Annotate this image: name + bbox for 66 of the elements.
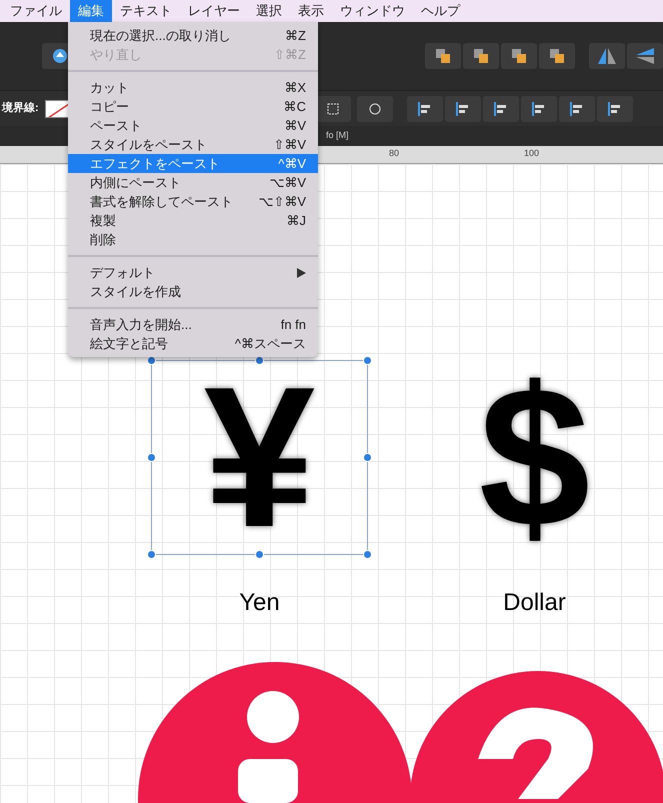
align-icon	[530, 102, 547, 116]
cloud-upload-icon	[51, 48, 69, 64]
arrange-icon	[472, 47, 490, 65]
resize-handle[interactable]	[147, 550, 156, 559]
menu-item[interactable]: コピー ⌘C	[68, 97, 318, 116]
align-button[interactable]	[482, 96, 519, 122]
menu-item[interactable]: エフェクトをペースト ^⌘V	[68, 154, 318, 173]
rotate-icon	[366, 100, 383, 116]
menu-item[interactable]: デフォルト	[68, 263, 318, 282]
rotate-button[interactable]	[356, 96, 393, 122]
menu-bar-item[interactable]: ヘルプ	[413, 0, 468, 22]
menu-item[interactable]: 内側にペースト ⌥⌘V	[68, 173, 318, 192]
menu-bar-item[interactable]: ウィンドウ	[332, 0, 413, 22]
arrange-icon	[510, 47, 528, 65]
menu-item[interactable]: 絵文字と記号 ^⌘スペース	[68, 334, 318, 353]
align-button[interactable]	[520, 96, 557, 122]
arrange-button[interactable]	[501, 43, 537, 69]
align-icon	[606, 102, 623, 116]
ruler-label: 100	[524, 147, 540, 160]
resize-handle[interactable]	[363, 550, 372, 559]
align-button[interactable]	[406, 96, 443, 122]
arrange-icon	[434, 47, 452, 65]
menu-item[interactable]: スタイルをペースト ⇧⌘V	[68, 135, 318, 154]
align-button[interactable]	[596, 96, 633, 122]
glyph-caption: Yen	[239, 588, 280, 618]
menu-item[interactable]: 複製 ⌘J	[68, 211, 318, 230]
glyph-selection[interactable]: $	[426, 360, 643, 555]
info-label: fo [M]	[326, 129, 349, 142]
resize-handle[interactable]	[363, 356, 372, 365]
glyph-caption: Dollar	[503, 588, 566, 618]
menu-item[interactable]: 現在の選択...の取り消し ⌘Z	[68, 26, 318, 45]
arrange-icon	[548, 47, 566, 65]
glyph-artwork: $	[478, 372, 590, 542]
menu-item[interactable]: スタイルを作成	[68, 282, 318, 301]
arrange-button[interactable]	[463, 43, 499, 69]
glyph-artwork: ¥	[204, 372, 316, 542]
menu-bar-item[interactable]: ファイル	[2, 0, 70, 22]
submenu-arrow-icon	[297, 268, 306, 278]
resize-handle[interactable]	[255, 550, 264, 559]
menu-item[interactable]: ペースト ⌘V	[68, 116, 318, 135]
menu-item[interactable]: カット ⌘X	[68, 78, 318, 97]
stroke-label: 境界線:	[2, 100, 39, 116]
flip-horizontal-icon	[596, 47, 618, 65]
align-button[interactable]	[444, 96, 481, 122]
align-button[interactable]	[558, 96, 595, 122]
menu-item[interactable]: 削除	[68, 230, 318, 249]
resize-handle[interactable]	[147, 453, 156, 462]
arrange-button[interactable]	[425, 43, 461, 69]
flip-horizontal-button[interactable]	[589, 43, 625, 69]
transform-icon	[324, 100, 341, 116]
flip-vertical-icon	[634, 47, 656, 65]
menu-bar-item[interactable]: レイヤー	[180, 0, 248, 22]
arrange-button[interactable]	[539, 43, 575, 69]
align-icon	[492, 102, 509, 116]
menu-bar-item[interactable]: 表示	[290, 0, 332, 22]
menu-bar-item[interactable]: テキスト	[112, 0, 180, 22]
menu-bar-item[interactable]: 編集	[70, 0, 112, 22]
resize-handle[interactable]	[363, 453, 372, 462]
align-icon	[416, 102, 433, 116]
align-icon	[568, 102, 585, 116]
flip-vertical-button[interactable]	[627, 43, 663, 69]
menu-bar-item[interactable]: 選択	[248, 0, 290, 22]
align-icon	[454, 102, 471, 116]
menu-item[interactable]: 音声入力を開始... fn fn	[68, 315, 318, 334]
ruler-label: 80	[389, 147, 400, 160]
menu-item[interactable]: 書式を解除してペースト ⌥⇧⌘V	[68, 192, 318, 211]
